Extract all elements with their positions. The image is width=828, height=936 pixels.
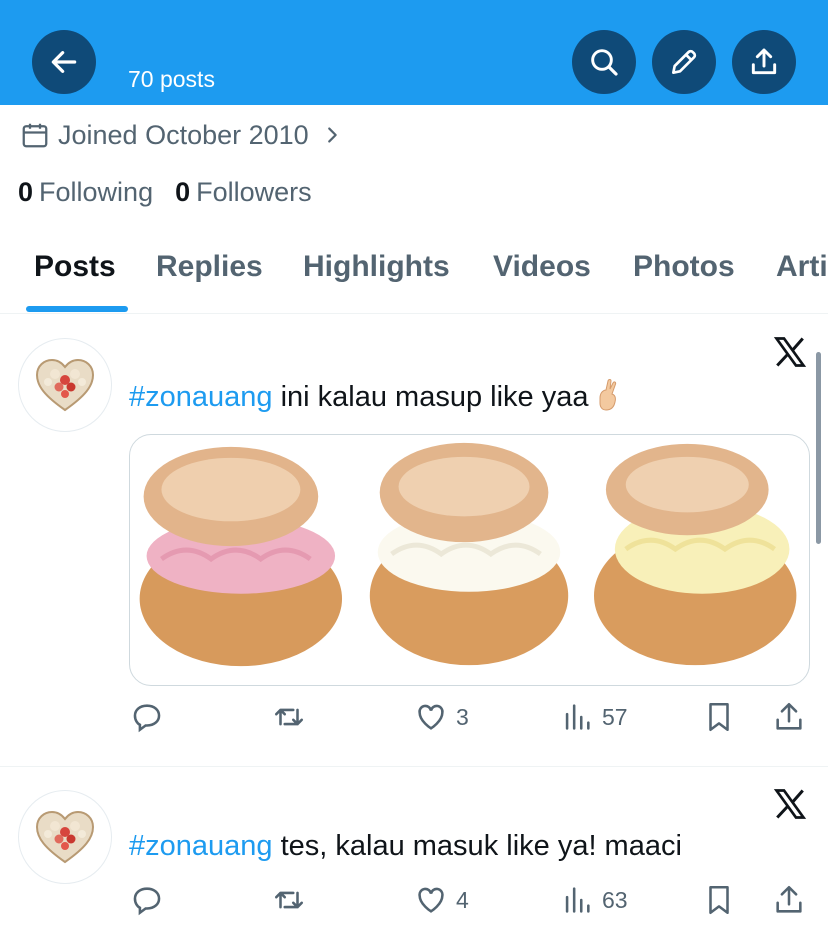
heart-icon bbox=[418, 704, 444, 730]
reply-icon bbox=[133, 887, 161, 916]
tab-highlights[interactable]: Highlights bbox=[303, 250, 450, 284]
scrollbar[interactable] bbox=[816, 352, 821, 544]
heart-avatar-icon bbox=[35, 810, 95, 864]
post-text: #zonauang tes, kalau masuk like ya! maac… bbox=[129, 830, 682, 863]
repost-icon bbox=[274, 891, 304, 909]
like-button[interactable]: 3 bbox=[414, 700, 469, 734]
followers-count: 0 bbox=[175, 177, 191, 207]
avatar[interactable] bbox=[18, 790, 112, 884]
bookmark-icon bbox=[709, 885, 729, 915]
post-actions: 3 57 bbox=[0, 700, 828, 740]
reply-button[interactable] bbox=[130, 883, 172, 917]
avatar[interactable] bbox=[18, 338, 112, 432]
view-count: 63 bbox=[602, 886, 628, 913]
followers-link[interactable]: 0 Followers bbox=[175, 177, 312, 208]
repost-button[interactable] bbox=[272, 700, 314, 734]
repost-button[interactable] bbox=[272, 883, 314, 917]
back-button[interactable] bbox=[32, 30, 96, 94]
following-label: Following bbox=[39, 177, 154, 207]
chevron-right-icon bbox=[327, 127, 337, 143]
views-button[interactable]: 63 bbox=[560, 883, 628, 917]
hashtag-link[interactable]: #zonauang bbox=[129, 381, 273, 413]
search-icon bbox=[591, 49, 618, 76]
share-post-button[interactable] bbox=[772, 883, 806, 917]
tab-articles[interactable]: Arti bbox=[776, 250, 828, 284]
post-divider bbox=[0, 766, 828, 767]
repost-icon bbox=[274, 708, 304, 726]
posts-count: 70 posts bbox=[128, 66, 215, 92]
tab-videos[interactable]: Videos bbox=[493, 250, 591, 284]
post-text: #zonauang ini kalau masup like yaa bbox=[129, 378, 620, 414]
x-logo-icon bbox=[773, 337, 807, 367]
following-link[interactable]: 0 Following bbox=[18, 177, 153, 208]
profile-tabs: Posts Replies Highlights Videos Photos A… bbox=[0, 240, 828, 314]
post-body: tes, kalau masuk like ya! maaci bbox=[272, 830, 682, 862]
tab-photos[interactable]: Photos bbox=[633, 250, 735, 284]
reply-icon bbox=[133, 704, 161, 733]
share-icon bbox=[751, 48, 777, 75]
follow-stats: 0 Following 0 Followers bbox=[18, 177, 334, 208]
pencil-icon bbox=[672, 49, 697, 74]
like-count: 3 bbox=[456, 703, 469, 730]
cream-puffs-image bbox=[139, 442, 797, 667]
joined-label: Joined October 2010 bbox=[58, 119, 309, 150]
post-body: ini kalau masup like yaa bbox=[272, 381, 589, 413]
like-count: 4 bbox=[456, 886, 469, 913]
crossed-fingers-emoji-icon bbox=[599, 379, 617, 411]
active-tab-indicator bbox=[26, 306, 128, 312]
views-chart-icon bbox=[565, 704, 590, 730]
reply-button[interactable] bbox=[130, 700, 172, 734]
share-button[interactable] bbox=[732, 30, 796, 94]
following-count: 0 bbox=[18, 177, 34, 207]
bookmark-button[interactable] bbox=[702, 883, 736, 917]
search-button[interactable] bbox=[572, 30, 636, 94]
x-logo-icon bbox=[773, 789, 807, 819]
view-count: 57 bbox=[602, 703, 628, 730]
views-chart-icon bbox=[565, 887, 590, 913]
hashtag-link[interactable]: #zonauang bbox=[129, 830, 273, 862]
views-button[interactable]: 57 bbox=[560, 700, 628, 734]
arrow-left-icon bbox=[51, 51, 77, 73]
bookmark-button[interactable] bbox=[702, 700, 736, 734]
profile-header: 70 posts bbox=[0, 0, 828, 105]
heart-avatar-icon bbox=[35, 358, 95, 412]
post-actions: 4 63 bbox=[0, 883, 828, 923]
calendar-icon bbox=[22, 123, 48, 148]
joined-date[interactable]: Joined October 2010 bbox=[20, 118, 343, 152]
followers-label: Followers bbox=[196, 177, 312, 207]
share-icon bbox=[776, 702, 802, 730]
tab-replies[interactable]: Replies bbox=[156, 250, 263, 284]
share-post-button[interactable] bbox=[772, 700, 806, 734]
tab-posts[interactable]: Posts bbox=[34, 250, 116, 284]
share-icon bbox=[776, 885, 802, 913]
edit-button[interactable] bbox=[652, 30, 716, 94]
like-button[interactable]: 4 bbox=[414, 883, 469, 917]
post-media-image[interactable] bbox=[129, 434, 810, 686]
bookmark-icon bbox=[709, 702, 729, 732]
heart-icon bbox=[418, 887, 444, 913]
